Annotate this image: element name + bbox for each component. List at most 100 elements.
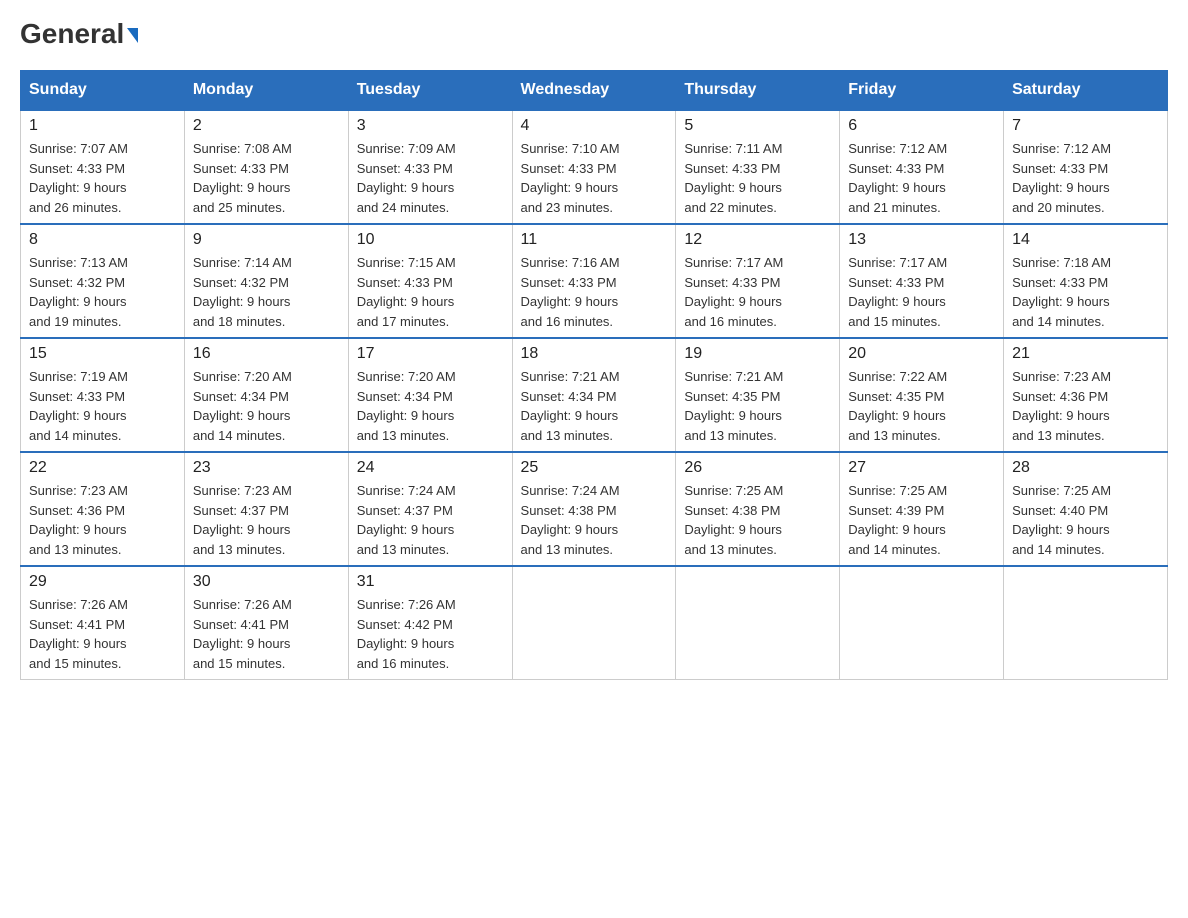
- calendar-day-28: 28 Sunrise: 7:25 AM Sunset: 4:40 PM Dayl…: [1004, 452, 1168, 566]
- calendar-day-4: 4 Sunrise: 7:10 AM Sunset: 4:33 PM Dayli…: [512, 110, 676, 224]
- day-number: 4: [521, 117, 668, 135]
- day-info: Sunrise: 7:12 AM Sunset: 4:33 PM Dayligh…: [848, 139, 995, 217]
- calendar-day-29: 29 Sunrise: 7:26 AM Sunset: 4:41 PM Dayl…: [21, 566, 185, 680]
- calendar-day-7: 7 Sunrise: 7:12 AM Sunset: 4:33 PM Dayli…: [1004, 110, 1168, 224]
- weekday-header-tuesday: Tuesday: [348, 71, 512, 111]
- day-number: 10: [357, 231, 504, 249]
- day-number: 1: [29, 117, 176, 135]
- day-number: 27: [848, 459, 995, 477]
- day-number: 29: [29, 573, 176, 591]
- calendar-week-1: 1 Sunrise: 7:07 AM Sunset: 4:33 PM Dayli…: [21, 110, 1168, 224]
- day-number: 26: [684, 459, 831, 477]
- day-info: Sunrise: 7:08 AM Sunset: 4:33 PM Dayligh…: [193, 139, 340, 217]
- day-number: 11: [521, 231, 668, 249]
- day-info: Sunrise: 7:23 AM Sunset: 4:36 PM Dayligh…: [29, 481, 176, 559]
- day-info: Sunrise: 7:26 AM Sunset: 4:42 PM Dayligh…: [357, 595, 504, 673]
- day-number: 7: [1012, 117, 1159, 135]
- weekday-header-wednesday: Wednesday: [512, 71, 676, 111]
- calendar-week-5: 29 Sunrise: 7:26 AM Sunset: 4:41 PM Dayl…: [21, 566, 1168, 680]
- calendar-day-10: 10 Sunrise: 7:15 AM Sunset: 4:33 PM Dayl…: [348, 224, 512, 338]
- day-info: Sunrise: 7:24 AM Sunset: 4:37 PM Dayligh…: [357, 481, 504, 559]
- logo-line1: General: [20, 20, 138, 48]
- day-info: Sunrise: 7:21 AM Sunset: 4:35 PM Dayligh…: [684, 367, 831, 445]
- calendar-week-4: 22 Sunrise: 7:23 AM Sunset: 4:36 PM Dayl…: [21, 452, 1168, 566]
- day-number: 3: [357, 117, 504, 135]
- calendar-day-25: 25 Sunrise: 7:24 AM Sunset: 4:38 PM Dayl…: [512, 452, 676, 566]
- calendar-day-23: 23 Sunrise: 7:23 AM Sunset: 4:37 PM Dayl…: [184, 452, 348, 566]
- day-number: 8: [29, 231, 176, 249]
- day-number: 14: [1012, 231, 1159, 249]
- day-info: Sunrise: 7:25 AM Sunset: 4:39 PM Dayligh…: [848, 481, 995, 559]
- day-info: Sunrise: 7:11 AM Sunset: 4:33 PM Dayligh…: [684, 139, 831, 217]
- calendar-day-18: 18 Sunrise: 7:21 AM Sunset: 4:34 PM Dayl…: [512, 338, 676, 452]
- day-number: 23: [193, 459, 340, 477]
- day-number: 31: [357, 573, 504, 591]
- day-number: 21: [1012, 345, 1159, 363]
- calendar-day-9: 9 Sunrise: 7:14 AM Sunset: 4:32 PM Dayli…: [184, 224, 348, 338]
- day-info: Sunrise: 7:25 AM Sunset: 4:40 PM Dayligh…: [1012, 481, 1159, 559]
- day-info: Sunrise: 7:23 AM Sunset: 4:37 PM Dayligh…: [193, 481, 340, 559]
- weekday-header-friday: Friday: [840, 71, 1004, 111]
- calendar-table: SundayMondayTuesdayWednesdayThursdayFrid…: [20, 70, 1168, 680]
- day-info: Sunrise: 7:13 AM Sunset: 4:32 PM Dayligh…: [29, 253, 176, 331]
- calendar-day-14: 14 Sunrise: 7:18 AM Sunset: 4:33 PM Dayl…: [1004, 224, 1168, 338]
- calendar-day-24: 24 Sunrise: 7:24 AM Sunset: 4:37 PM Dayl…: [348, 452, 512, 566]
- day-number: 28: [1012, 459, 1159, 477]
- day-info: Sunrise: 7:16 AM Sunset: 4:33 PM Dayligh…: [521, 253, 668, 331]
- day-number: 17: [357, 345, 504, 363]
- day-info: Sunrise: 7:26 AM Sunset: 4:41 PM Dayligh…: [29, 595, 176, 673]
- empty-cell: [840, 566, 1004, 680]
- calendar-day-22: 22 Sunrise: 7:23 AM Sunset: 4:36 PM Dayl…: [21, 452, 185, 566]
- day-info: Sunrise: 7:15 AM Sunset: 4:33 PM Dayligh…: [357, 253, 504, 331]
- day-number: 30: [193, 573, 340, 591]
- weekday-header-saturday: Saturday: [1004, 71, 1168, 111]
- day-number: 12: [684, 231, 831, 249]
- calendar-day-20: 20 Sunrise: 7:22 AM Sunset: 4:35 PM Dayl…: [840, 338, 1004, 452]
- calendar-day-5: 5 Sunrise: 7:11 AM Sunset: 4:33 PM Dayli…: [676, 110, 840, 224]
- day-number: 15: [29, 345, 176, 363]
- day-number: 16: [193, 345, 340, 363]
- day-number: 9: [193, 231, 340, 249]
- day-info: Sunrise: 7:17 AM Sunset: 4:33 PM Dayligh…: [684, 253, 831, 331]
- calendar-day-21: 21 Sunrise: 7:23 AM Sunset: 4:36 PM Dayl…: [1004, 338, 1168, 452]
- weekday-header-monday: Monday: [184, 71, 348, 111]
- weekday-header-row: SundayMondayTuesdayWednesdayThursdayFrid…: [21, 71, 1168, 111]
- calendar-day-13: 13 Sunrise: 7:17 AM Sunset: 4:33 PM Dayl…: [840, 224, 1004, 338]
- day-number: 25: [521, 459, 668, 477]
- calendar-day-17: 17 Sunrise: 7:20 AM Sunset: 4:34 PM Dayl…: [348, 338, 512, 452]
- day-info: Sunrise: 7:24 AM Sunset: 4:38 PM Dayligh…: [521, 481, 668, 559]
- day-info: Sunrise: 7:17 AM Sunset: 4:33 PM Dayligh…: [848, 253, 995, 331]
- empty-cell: [512, 566, 676, 680]
- day-info: Sunrise: 7:20 AM Sunset: 4:34 PM Dayligh…: [193, 367, 340, 445]
- day-info: Sunrise: 7:26 AM Sunset: 4:41 PM Dayligh…: [193, 595, 340, 673]
- day-info: Sunrise: 7:21 AM Sunset: 4:34 PM Dayligh…: [521, 367, 668, 445]
- calendar-day-6: 6 Sunrise: 7:12 AM Sunset: 4:33 PM Dayli…: [840, 110, 1004, 224]
- day-info: Sunrise: 7:20 AM Sunset: 4:34 PM Dayligh…: [357, 367, 504, 445]
- calendar-day-12: 12 Sunrise: 7:17 AM Sunset: 4:33 PM Dayl…: [676, 224, 840, 338]
- calendar-day-27: 27 Sunrise: 7:25 AM Sunset: 4:39 PM Dayl…: [840, 452, 1004, 566]
- calendar-day-16: 16 Sunrise: 7:20 AM Sunset: 4:34 PM Dayl…: [184, 338, 348, 452]
- day-number: 6: [848, 117, 995, 135]
- day-info: Sunrise: 7:23 AM Sunset: 4:36 PM Dayligh…: [1012, 367, 1159, 445]
- day-info: Sunrise: 7:25 AM Sunset: 4:38 PM Dayligh…: [684, 481, 831, 559]
- day-number: 5: [684, 117, 831, 135]
- calendar-week-2: 8 Sunrise: 7:13 AM Sunset: 4:32 PM Dayli…: [21, 224, 1168, 338]
- day-info: Sunrise: 7:12 AM Sunset: 4:33 PM Dayligh…: [1012, 139, 1159, 217]
- calendar-week-3: 15 Sunrise: 7:19 AM Sunset: 4:33 PM Dayl…: [21, 338, 1168, 452]
- day-info: Sunrise: 7:22 AM Sunset: 4:35 PM Dayligh…: [848, 367, 995, 445]
- day-info: Sunrise: 7:19 AM Sunset: 4:33 PM Dayligh…: [29, 367, 176, 445]
- logo: General: [20, 20, 138, 50]
- calendar-day-26: 26 Sunrise: 7:25 AM Sunset: 4:38 PM Dayl…: [676, 452, 840, 566]
- calendar-day-3: 3 Sunrise: 7:09 AM Sunset: 4:33 PM Dayli…: [348, 110, 512, 224]
- calendar-day-1: 1 Sunrise: 7:07 AM Sunset: 4:33 PM Dayli…: [21, 110, 185, 224]
- weekday-header-thursday: Thursday: [676, 71, 840, 111]
- day-number: 22: [29, 459, 176, 477]
- day-number: 2: [193, 117, 340, 135]
- calendar-day-30: 30 Sunrise: 7:26 AM Sunset: 4:41 PM Dayl…: [184, 566, 348, 680]
- day-info: Sunrise: 7:07 AM Sunset: 4:33 PM Dayligh…: [29, 139, 176, 217]
- empty-cell: [676, 566, 840, 680]
- day-number: 24: [357, 459, 504, 477]
- page-header: General: [20, 20, 1168, 50]
- day-info: Sunrise: 7:18 AM Sunset: 4:33 PM Dayligh…: [1012, 253, 1159, 331]
- day-number: 20: [848, 345, 995, 363]
